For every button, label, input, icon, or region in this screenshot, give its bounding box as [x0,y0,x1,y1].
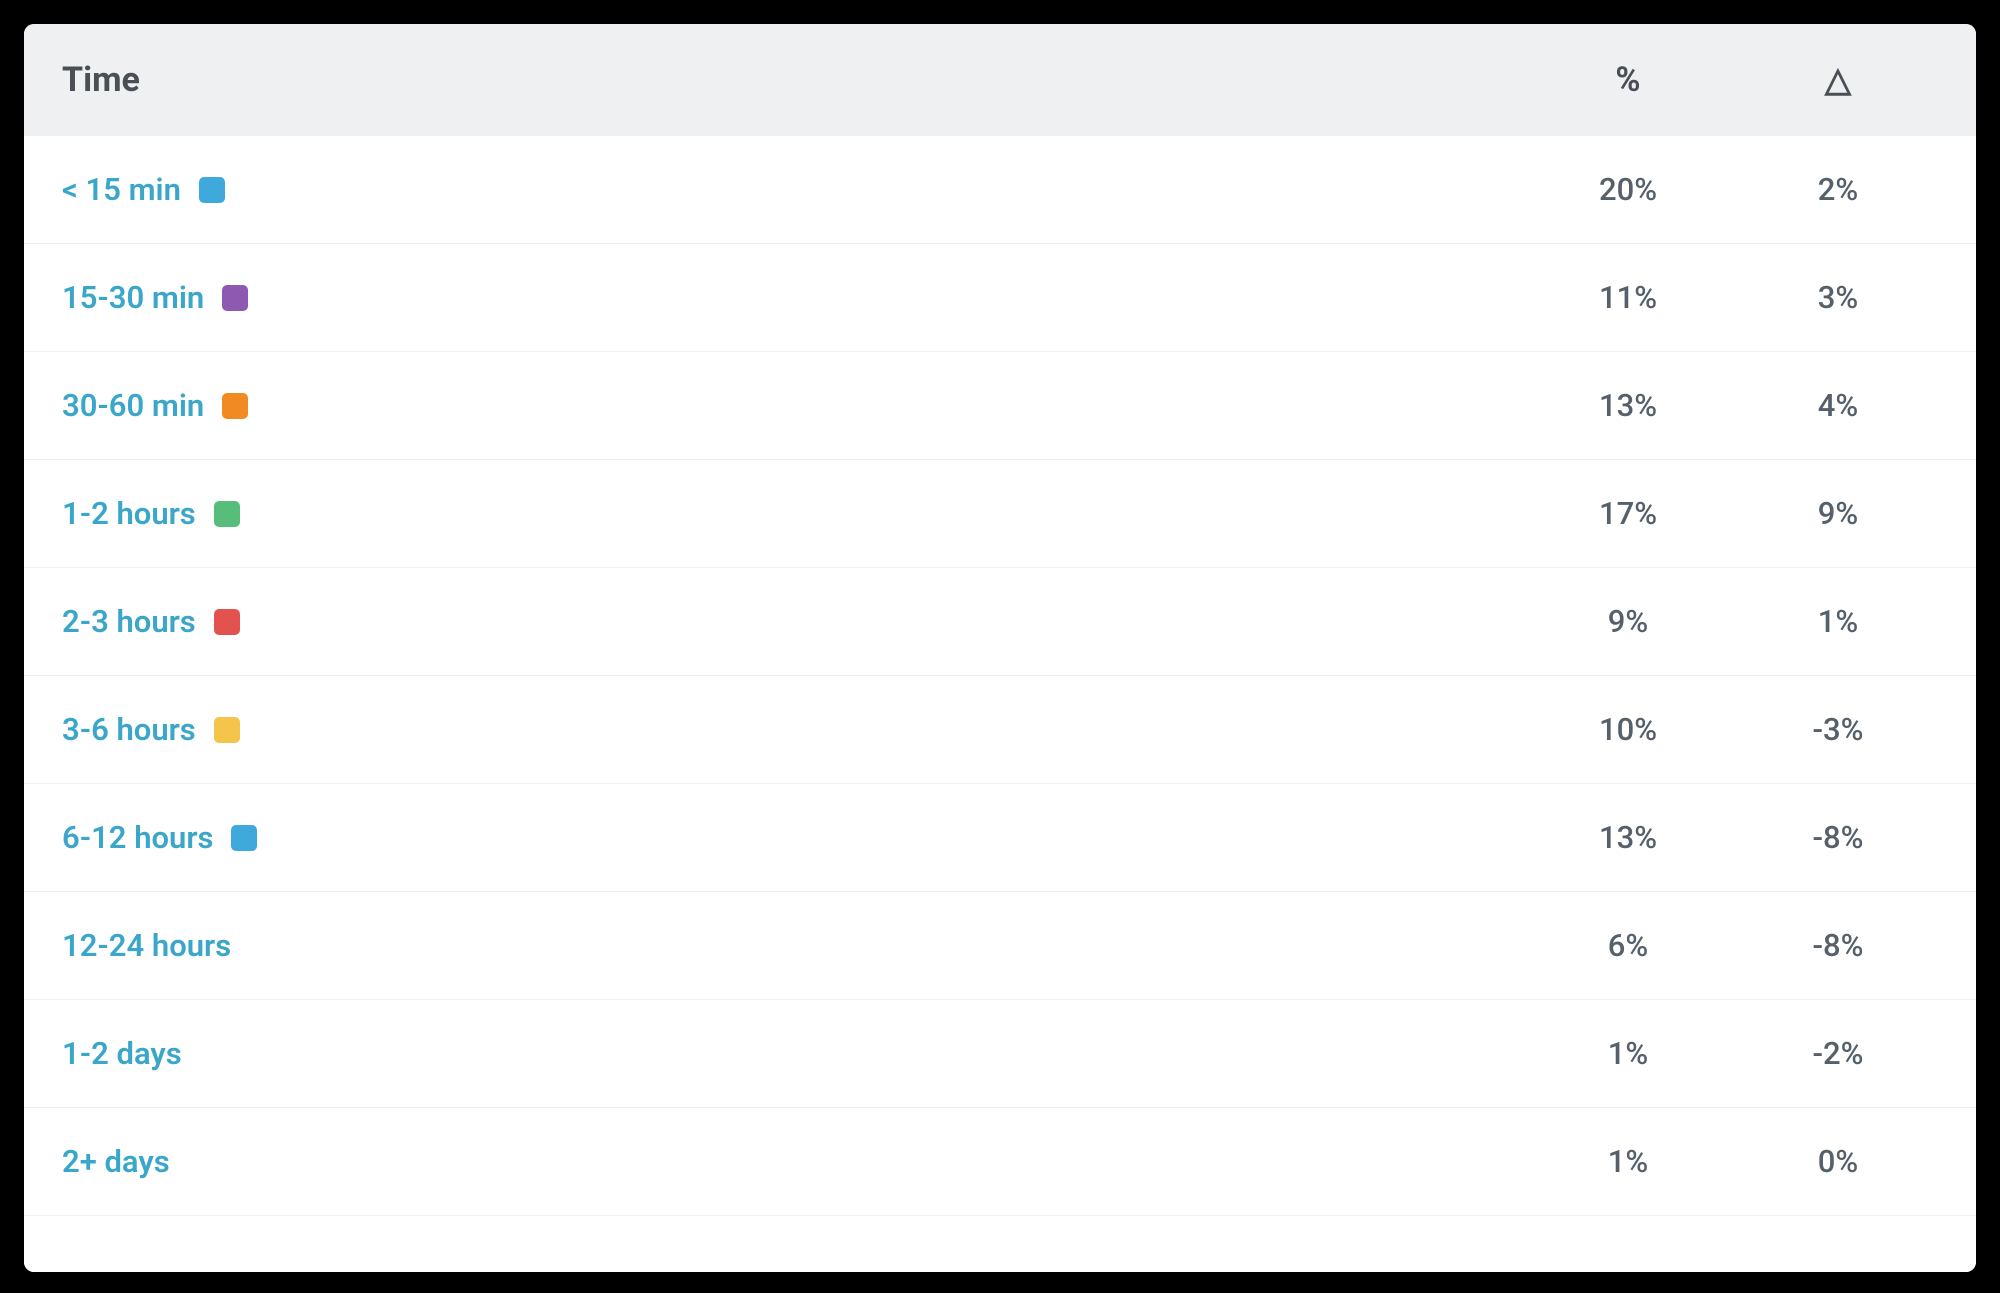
color-swatch-icon [199,177,225,203]
percent-value: 1% [1608,1035,1648,1072]
table-row: 6-12 hours 13% -8% [24,784,1976,892]
time-bucket-link[interactable]: 6-12 hours [62,819,213,856]
percent-value: 17% [1599,495,1657,532]
percent-value: 20% [1599,171,1657,208]
delta-value: -3% [1813,711,1864,748]
table-row: 15-30 min 11% 3% [24,244,1976,352]
delta-value: -2% [1813,1035,1864,1072]
time-bucket-link[interactable]: < 15 min [62,171,181,208]
percent-value: 13% [1599,387,1657,424]
delta-value: 2% [1818,171,1858,208]
table-row: < 15 min 20% 2% [24,136,1976,244]
table-row: 2+ days 1% 0% [24,1108,1976,1216]
delta-value: 3% [1818,279,1858,316]
color-swatch-icon [231,825,257,851]
delta-value: 4% [1818,387,1858,424]
percent-value: 13% [1599,819,1657,856]
percent-value: 1% [1608,1143,1648,1180]
color-swatch-icon [214,609,240,635]
percent-value: 9% [1608,603,1648,640]
time-breakdown-table: Time % △ < 15 min 20% 2% 15-30 min 11% 3% 30-6… [24,24,1976,1272]
column-header-percent[interactable]: % [1615,60,1640,100]
table-footer-spacer [24,1216,1976,1272]
time-bucket-link[interactable]: 2+ days [62,1143,170,1180]
table-row: 1-2 days 1% -2% [24,1000,1976,1108]
percent-value: 11% [1599,279,1657,316]
delta-value: 0% [1818,1143,1858,1180]
delta-value: 1% [1818,603,1858,640]
delta-value: -8% [1813,927,1864,964]
time-bucket-link[interactable]: 2-3 hours [62,603,196,640]
color-swatch-icon [214,501,240,527]
color-swatch-icon [222,285,248,311]
color-swatch-icon [214,717,240,743]
percent-value: 10% [1599,711,1657,748]
time-bucket-link[interactable]: 15-30 min [62,279,204,316]
time-bucket-link[interactable]: 1-2 days [62,1035,182,1072]
table-row: 1-2 hours 17% 9% [24,460,1976,568]
time-bucket-link[interactable]: 3-6 hours [62,711,196,748]
table-header-row: Time % △ [24,24,1976,136]
delta-value: -8% [1813,819,1864,856]
table-row: 30-60 min 13% 4% [24,352,1976,460]
table-row: 12-24 hours 6% -8% [24,892,1976,1000]
percent-value: 6% [1608,927,1648,964]
table-row: 2-3 hours 9% 1% [24,568,1976,676]
delta-value: 9% [1818,495,1858,532]
time-bucket-link[interactable]: 1-2 hours [62,495,196,532]
time-bucket-link[interactable]: 30-60 min [62,387,204,424]
color-swatch-icon [222,393,248,419]
table-row: 3-6 hours 10% -3% [24,676,1976,784]
column-header-time[interactable]: Time [62,60,140,100]
time-bucket-link[interactable]: 12-24 hours [62,927,231,964]
column-header-delta[interactable]: △ [1825,63,1851,97]
